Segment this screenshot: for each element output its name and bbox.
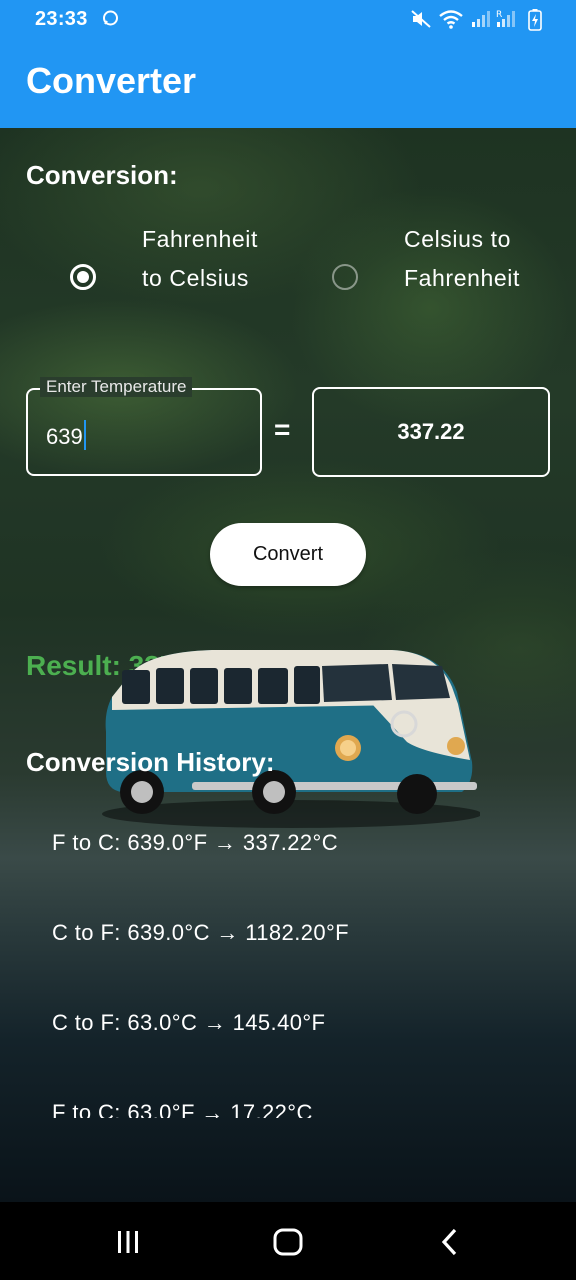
- app-title: Converter: [26, 60, 197, 101]
- back-icon: [441, 1228, 457, 1256]
- svg-text:R: R: [496, 10, 502, 20]
- home-button[interactable]: [268, 1222, 308, 1262]
- conversion-history-list[interactable]: F to C: 639.0°F → 337.22°C C to F: 639.0…: [0, 818, 576, 1118]
- text-cursor: [83, 420, 86, 450]
- radio-checked-icon[interactable]: [70, 264, 96, 290]
- signal-icon: [470, 9, 490, 35]
- chat-icon: [102, 10, 119, 33]
- app-bar: Converter: [0, 40, 576, 128]
- navigation-bar: [0, 1202, 576, 1280]
- main-content: Conversion: Fahrenheit to Celsius Celsiu…: [0, 128, 576, 1202]
- temperature-input-label: Enter Temperature: [40, 377, 193, 397]
- temperature-input-text: 639: [46, 424, 83, 449]
- back-button[interactable]: [430, 1222, 470, 1262]
- van-image: [102, 650, 480, 828]
- status-time: 23:33: [35, 8, 88, 30]
- recent-apps-button[interactable]: [108, 1222, 148, 1262]
- temperature-input-value[interactable]: 639: [46, 420, 86, 450]
- signal-roaming-icon: R: [494, 9, 516, 35]
- convert-button[interactable]: Convert: [210, 523, 366, 586]
- home-icon: [273, 1228, 303, 1256]
- mute-icon: [410, 9, 432, 35]
- battery-charging-icon: [528, 9, 542, 37]
- radio-label-f-to-c: Fahrenheit to Celsius: [142, 226, 258, 291]
- equals-sign: =: [274, 414, 291, 445]
- wifi-icon: [438, 9, 464, 35]
- recent-apps-icon: [118, 1231, 138, 1253]
- history-item: C to F: 639.0°C → 1182.20°F: [52, 920, 350, 945]
- radio-fahrenheit-to-celsius[interactable]: Fahrenheit to Celsius: [0, 220, 288, 340]
- temperature-input[interactable]: Enter Temperature 639: [26, 377, 262, 476]
- history-item: C to F: 63.0°C → 145.40°F: [52, 1010, 326, 1035]
- status-bar: 23:33 R: [0, 0, 576, 40]
- output-value-box: 337.22: [312, 387, 550, 477]
- history-item: F to C: 639.0°F → 337.22°C: [52, 830, 339, 855]
- radio-unchecked-icon[interactable]: [332, 264, 358, 290]
- radio-celsius-to-fahrenheit[interactable]: Celsius to Fahrenheit: [288, 220, 576, 340]
- history-item: F to C: 63.0°F → 17.22°C: [52, 1100, 313, 1118]
- conversion-heading: Conversion:: [26, 160, 178, 190]
- conversion-history-heading: Conversion History:: [26, 747, 275, 777]
- radio-label-c-to-f: Celsius to Fahrenheit: [404, 226, 520, 291]
